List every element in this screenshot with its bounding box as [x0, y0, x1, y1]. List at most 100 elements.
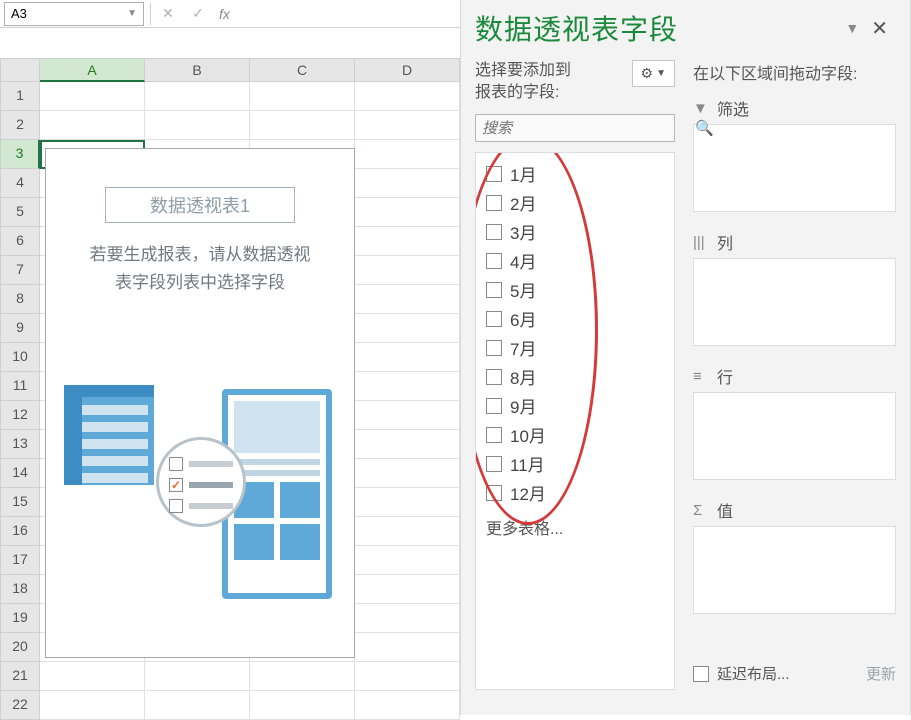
- cell[interactable]: [355, 198, 460, 227]
- cell[interactable]: [355, 633, 460, 662]
- row-header[interactable]: 17: [0, 546, 40, 575]
- field-checkbox[interactable]: [486, 253, 502, 269]
- field-item[interactable]: 12月: [480, 478, 670, 507]
- close-icon[interactable]: ✕: [863, 12, 896, 45]
- columns-drop-zone[interactable]: [693, 258, 896, 346]
- field-list[interactable]: 1月2月3月4月5月6月7月8月9月10月11月12月更多表格...: [475, 152, 675, 690]
- field-checkbox[interactable]: [486, 485, 502, 501]
- field-item[interactable]: 2月: [480, 188, 670, 217]
- cell[interactable]: [40, 662, 145, 691]
- field-item[interactable]: 6月: [480, 304, 670, 333]
- row-header[interactable]: 1: [0, 82, 40, 111]
- cell[interactable]: [355, 459, 460, 488]
- row-header[interactable]: 10: [0, 343, 40, 372]
- field-checkbox[interactable]: [486, 282, 502, 298]
- field-item[interactable]: 5月: [480, 275, 670, 304]
- cell[interactable]: [355, 401, 460, 430]
- cell[interactable]: [355, 517, 460, 546]
- cell[interactable]: [145, 111, 250, 140]
- cell[interactable]: [355, 691, 460, 720]
- column-header[interactable]: B: [145, 58, 250, 82]
- cell[interactable]: [355, 488, 460, 517]
- row-header[interactable]: 5: [0, 198, 40, 227]
- field-checkbox[interactable]: [486, 224, 502, 240]
- row-header[interactable]: 20: [0, 633, 40, 662]
- cell[interactable]: [250, 82, 355, 111]
- column-header[interactable]: A: [40, 58, 145, 82]
- cell[interactable]: [355, 546, 460, 575]
- cell[interactable]: [355, 82, 460, 111]
- cell[interactable]: [250, 691, 355, 720]
- row-header[interactable]: 3: [0, 140, 40, 169]
- fx-icon[interactable]: fx: [213, 6, 236, 22]
- field-item[interactable]: 10月: [480, 420, 670, 449]
- cell[interactable]: [355, 285, 460, 314]
- row-header[interactable]: 18: [0, 575, 40, 604]
- row-header[interactable]: 7: [0, 256, 40, 285]
- cell[interactable]: [355, 604, 460, 633]
- cell[interactable]: [355, 372, 460, 401]
- search-input[interactable]: [476, 120, 689, 137]
- cell[interactable]: [355, 140, 460, 169]
- cell[interactable]: [40, 691, 145, 720]
- pane-options-dropdown-icon[interactable]: ▼: [841, 16, 863, 40]
- row-header[interactable]: 9: [0, 314, 40, 343]
- row-header[interactable]: 11: [0, 372, 40, 401]
- cell[interactable]: [355, 256, 460, 285]
- field-search[interactable]: 🔍: [475, 114, 675, 142]
- search-icon[interactable]: 🔍: [689, 119, 720, 137]
- field-checkbox[interactable]: [486, 427, 502, 443]
- field-checkbox[interactable]: [486, 166, 502, 182]
- field-item[interactable]: 11月: [480, 449, 670, 478]
- cell[interactable]: [145, 662, 250, 691]
- field-checkbox[interactable]: [486, 195, 502, 211]
- cell[interactable]: [355, 575, 460, 604]
- row-header[interactable]: 19: [0, 604, 40, 633]
- row-header[interactable]: 15: [0, 488, 40, 517]
- cell[interactable]: [355, 662, 460, 691]
- cell[interactable]: [40, 82, 145, 111]
- select-all-corner[interactable]: [0, 58, 40, 82]
- field-checkbox[interactable]: [486, 369, 502, 385]
- cell[interactable]: [145, 82, 250, 111]
- field-checkbox[interactable]: [486, 398, 502, 414]
- row-header[interactable]: 13: [0, 430, 40, 459]
- row-header[interactable]: 22: [0, 691, 40, 720]
- field-item[interactable]: 9月: [480, 391, 670, 420]
- field-item[interactable]: 8月: [480, 362, 670, 391]
- field-checkbox[interactable]: [486, 456, 502, 472]
- cell[interactable]: [355, 314, 460, 343]
- filter-drop-zone[interactable]: [693, 124, 896, 212]
- name-box-dropdown-icon[interactable]: ▼: [127, 8, 137, 19]
- more-tables-link[interactable]: 更多表格...: [480, 507, 670, 547]
- row-header[interactable]: 8: [0, 285, 40, 314]
- column-header[interactable]: C: [250, 58, 355, 82]
- row-header[interactable]: 6: [0, 227, 40, 256]
- cell[interactable]: [355, 343, 460, 372]
- field-item[interactable]: 7月: [480, 333, 670, 362]
- tools-button[interactable]: ⚙ ▼: [632, 60, 675, 87]
- cell[interactable]: [250, 662, 355, 691]
- cell[interactable]: [355, 111, 460, 140]
- name-box[interactable]: A3 ▼: [4, 2, 144, 26]
- cell[interactable]: [40, 111, 145, 140]
- field-item[interactable]: 1月: [480, 159, 670, 188]
- defer-layout-checkbox[interactable]: [693, 666, 709, 682]
- field-checkbox[interactable]: [486, 340, 502, 356]
- field-item[interactable]: 3月: [480, 217, 670, 246]
- row-header[interactable]: 21: [0, 662, 40, 691]
- row-header[interactable]: 16: [0, 517, 40, 546]
- rows-drop-zone[interactable]: [693, 392, 896, 480]
- row-header[interactable]: 2: [0, 111, 40, 140]
- values-drop-zone[interactable]: [693, 526, 896, 614]
- field-checkbox[interactable]: [486, 311, 502, 327]
- cell[interactable]: [355, 227, 460, 256]
- field-item[interactable]: 4月: [480, 246, 670, 275]
- cell[interactable]: [355, 430, 460, 459]
- cell[interactable]: [355, 169, 460, 198]
- column-header[interactable]: D: [355, 58, 460, 82]
- row-header[interactable]: 14: [0, 459, 40, 488]
- cell[interactable]: [145, 691, 250, 720]
- row-header[interactable]: 4: [0, 169, 40, 198]
- row-header[interactable]: 12: [0, 401, 40, 430]
